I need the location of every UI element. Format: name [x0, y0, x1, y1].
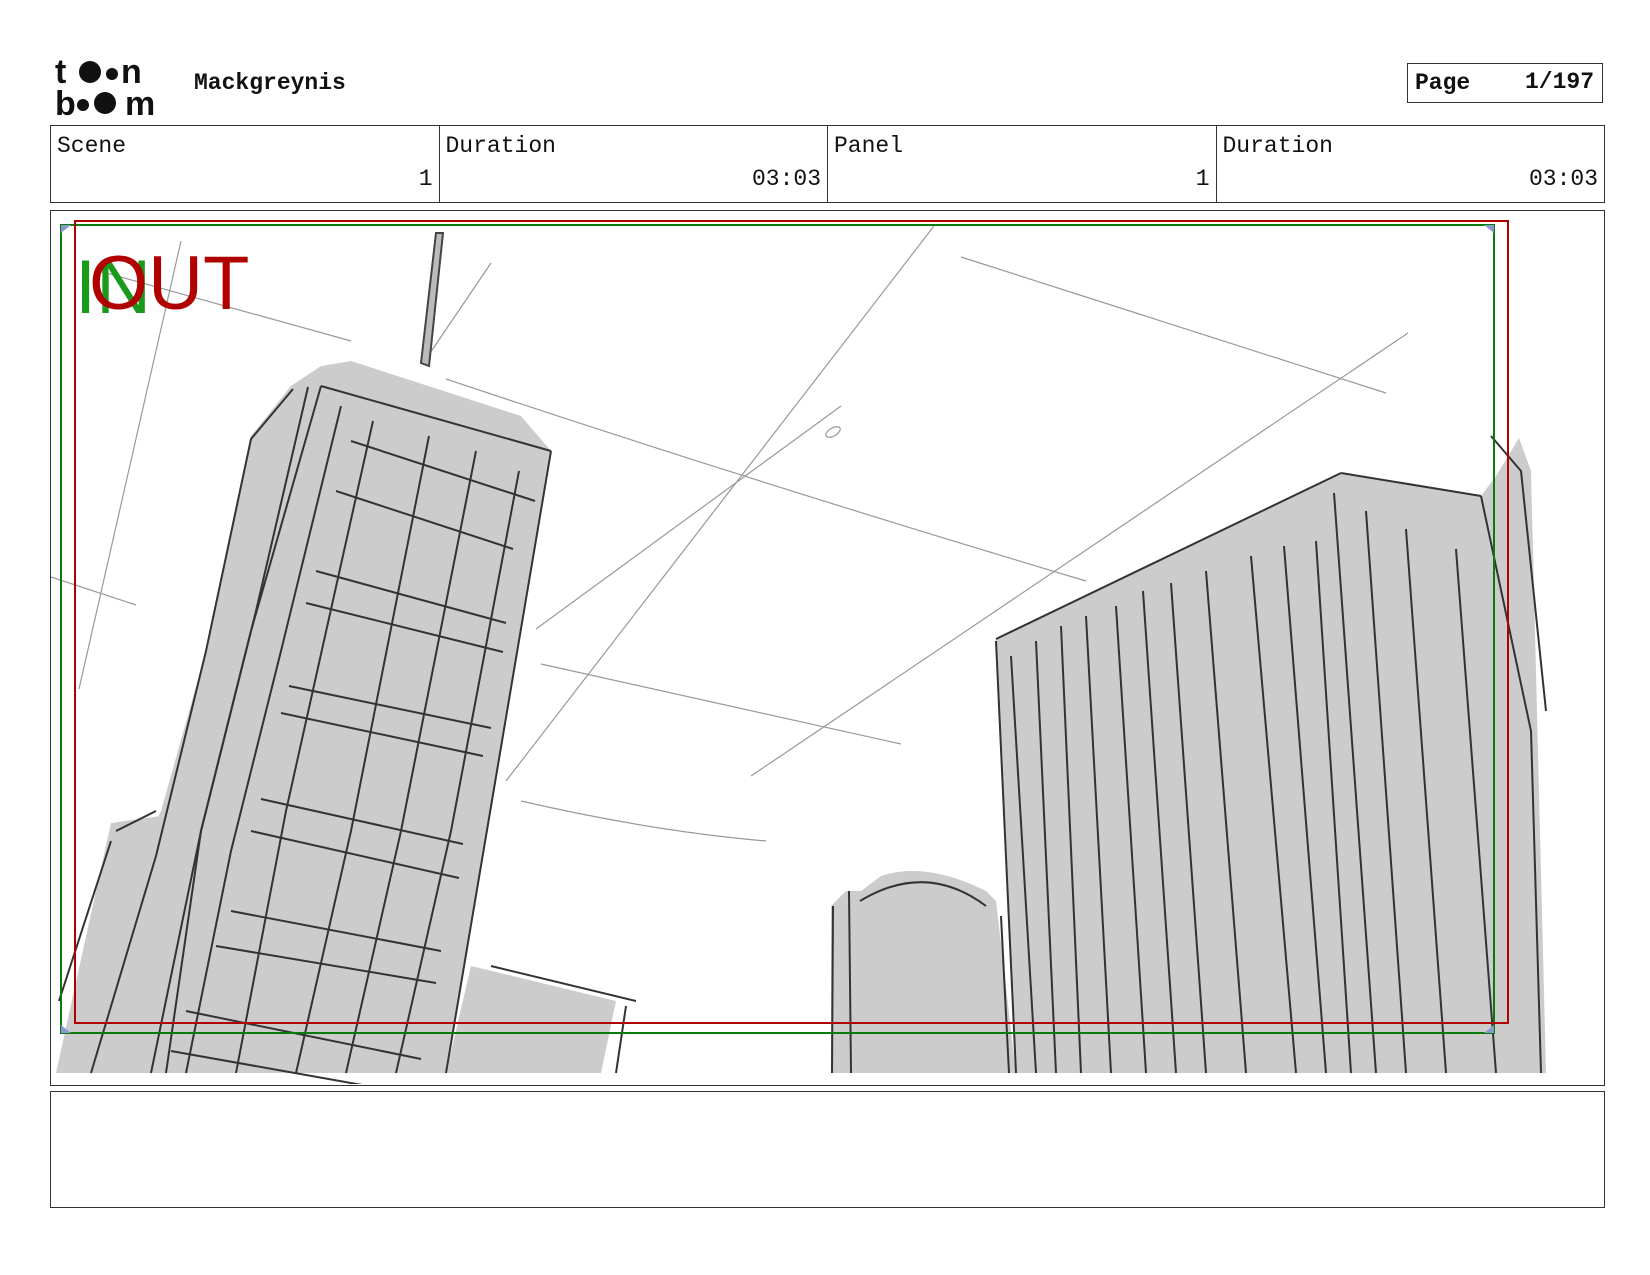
scene-info-table: Scene 1 Duration 03:03 Panel 1 Duration …: [50, 125, 1605, 203]
out-marker: OUT: [89, 241, 249, 326]
page-value: 1/197: [1524, 69, 1594, 95]
scene-duration-cell: Duration 03:03: [440, 126, 828, 202]
svg-text:m: m: [125, 85, 155, 117]
scene-value: 1: [418, 166, 433, 192]
svg-text:b: b: [55, 85, 76, 117]
scene-duration-value: 03:03: [751, 166, 821, 192]
project-title: Mackgreynis: [194, 70, 346, 96]
right-building: [995, 435, 1547, 1074]
scene-label: Scene: [57, 133, 127, 159]
panel-duration-value: 03:03: [1528, 166, 1598, 192]
scene-duration-label: Duration: [445, 133, 556, 159]
panel-notes[interactable]: [50, 1091, 1605, 1208]
left-tower: [56, 232, 637, 1084]
panel-cell: Panel 1: [828, 126, 1217, 202]
scene-cell: Scene 1: [51, 126, 440, 202]
page-indicator: Page 1/197: [1407, 63, 1603, 103]
panel-duration-cell: Duration 03:03: [1217, 126, 1605, 202]
panel-duration-label: Duration: [1222, 133, 1333, 159]
panel-drawing: IN OUT: [51, 220, 1547, 1084]
panel-label: Panel: [834, 133, 904, 159]
domed-building: [831, 871, 1016, 1074]
panel-value: 1: [1195, 166, 1210, 192]
page-label: Page: [1415, 70, 1471, 96]
storyboard-panel[interactable]: IN OUT: [50, 210, 1605, 1086]
toon-boom-logo: t n b m: [55, 55, 155, 117]
